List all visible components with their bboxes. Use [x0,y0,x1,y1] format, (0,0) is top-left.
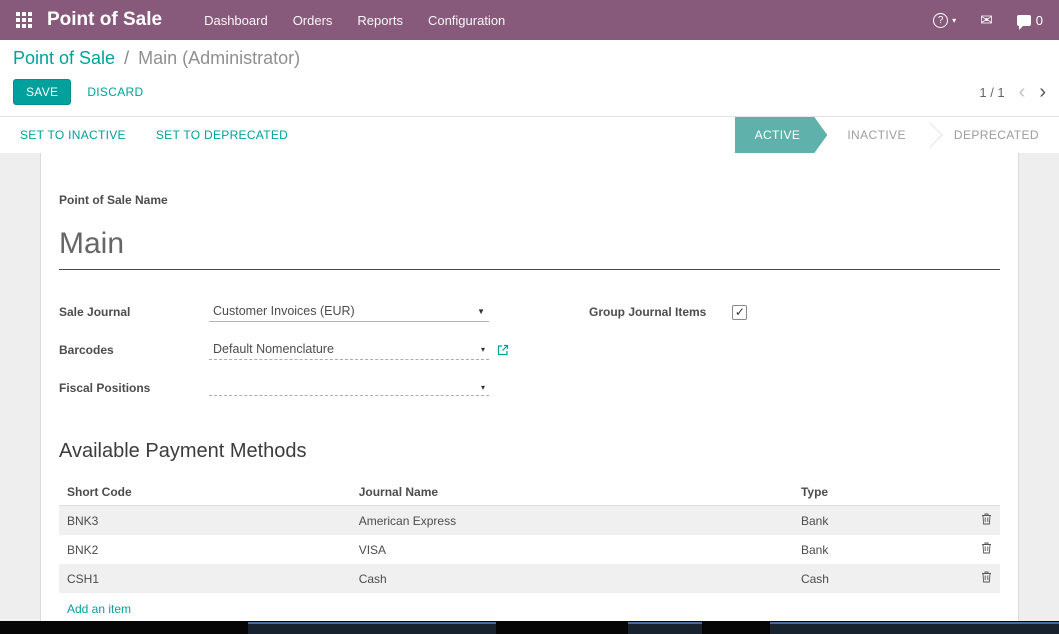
messages-icon[interactable]: ✉ [980,11,993,29]
fiscal-positions-label: Fiscal Positions [59,381,209,395]
cell-short-code[interactable]: CSH1 [59,564,351,593]
sale-journal-value: Customer Invoices (EUR) [213,304,355,318]
table-row[interactable]: BNK2 VISA Bank [59,535,1000,564]
col-delete [966,479,1000,506]
form-right-column: Group Journal Items ✓ [589,300,747,414]
discard-button[interactable]: DISCARD [87,85,143,99]
select-caret-icon: ▼ [477,307,485,316]
form-sheet: Point of Sale Name Main Sale Journal Cus… [40,153,1019,634]
taskbar-segment [248,622,496,634]
statusbar: SET TO INACTIVE SET TO DEPRECATED ACTIVE… [0,116,1059,153]
menu-orders[interactable]: Orders [293,13,333,28]
payment-methods-table: Short Code Journal Name Type BNK3 Americ… [59,479,1000,593]
breadcrumb-parent[interactable]: Point of Sale [13,48,115,68]
statusbar-buttons: SET TO INACTIVE SET TO DEPRECATED [20,117,288,153]
cell-type[interactable]: Bank [793,506,966,536]
group-journal-label: Group Journal Items [589,305,706,319]
app-title[interactable]: Point of Sale [47,9,162,31]
help-icon: ? [933,13,948,28]
cell-short-code[interactable]: BNK3 [59,506,351,536]
sale-journal-row: Sale Journal Customer Invoices (EUR) ▼ [59,300,509,324]
stage-deprecated[interactable]: DEPRECATED [934,117,1059,153]
fiscal-positions-input[interactable]: ▾ [209,381,489,396]
menu-dashboard[interactable]: Dashboard [204,13,268,28]
pager-value: 1 / 1 [979,85,1004,100]
cell-type[interactable]: Cash [793,564,966,593]
status-stages: ACTIVE INACTIVE DEPRECATED [735,117,1059,153]
form-grid: Sale Journal Customer Invoices (EUR) ▼ B… [59,300,1000,414]
taskbar-segment [628,622,702,634]
delete-row-icon[interactable] [981,571,992,583]
external-link-icon[interactable] [497,344,509,356]
barcodes-value: Default Nomenclature [213,342,334,356]
actions-row: SAVE DISCARD 1 / 1 ‹ › [13,78,1046,106]
dropdown-caret-icon: ▾ [481,383,485,392]
barcodes-row: Barcodes Default Nomenclature ▾ [59,338,509,362]
cell-type[interactable]: Bank [793,535,966,564]
menu-configuration[interactable]: Configuration [428,13,505,28]
table-header-row: Short Code Journal Name Type [59,479,1000,506]
set-to-inactive-button[interactable]: SET TO INACTIVE [20,128,126,142]
add-item-link[interactable]: Add an item [59,602,131,616]
breadcrumb-current: Main (Administrator) [138,48,300,68]
cell-journal[interactable]: VISA [351,535,793,564]
payment-methods-title: Available Payment Methods [59,440,1000,463]
delete-row-icon[interactable] [981,513,992,525]
bottom-window-strip [0,621,1059,634]
menu-reports[interactable]: Reports [357,13,403,28]
table-row[interactable]: BNK3 American Express Bank [59,506,1000,536]
col-type: Type [793,479,966,506]
chat-bubble-icon [1017,15,1031,26]
apps-grid-icon[interactable] [16,12,32,28]
pager: 1 / 1 ‹ › [979,82,1046,102]
cell-journal[interactable]: American Express [351,506,793,536]
chat-count: 0 [1036,13,1043,28]
barcodes-input[interactable]: Default Nomenclature ▾ [209,340,489,360]
col-journal-name: Journal Name [351,479,793,506]
barcodes-label: Barcodes [59,343,209,357]
pos-name-input[interactable]: Main [59,227,1000,270]
main-menu: Dashboard Orders Reports Configuration [204,13,530,28]
chat-menu[interactable]: 0 [1017,13,1043,28]
stage-active[interactable]: ACTIVE [735,117,828,153]
topbar-right: ? ▾ ✉ 0 [933,11,1043,29]
cell-journal[interactable]: Cash [351,564,793,593]
pager-next-icon[interactable]: › [1039,82,1046,102]
top-navbar: Point of Sale Dashboard Orders Reports C… [0,0,1059,40]
help-menu[interactable]: ? ▾ [933,13,956,28]
sale-journal-select[interactable]: Customer Invoices (EUR) ▼ [209,302,489,322]
form-left-column: Sale Journal Customer Invoices (EUR) ▼ B… [59,300,509,414]
sale-journal-label: Sale Journal [59,305,209,319]
delete-row-icon[interactable] [981,542,992,554]
table-row[interactable]: CSH1 Cash Cash [59,564,1000,593]
cell-short-code[interactable]: BNK2 [59,535,351,564]
save-button[interactable]: SAVE [13,79,71,105]
dropdown-caret-icon: ▾ [481,345,485,354]
fiscal-positions-row: Fiscal Positions ▾ [59,376,509,400]
group-journal-checkbox[interactable]: ✓ [732,305,747,320]
control-panel: Point of Sale / Main (Administrator) SAV… [0,40,1059,116]
stage-inactive[interactable]: INACTIVE [827,117,926,153]
caret-down-icon: ▾ [952,16,956,25]
content-area: Point of Sale Name Main Sale Journal Cus… [0,153,1059,631]
taskbar-segment [770,622,1059,634]
set-to-deprecated-button[interactable]: SET TO DEPRECATED [156,128,288,142]
breadcrumb-separator: / [124,48,129,68]
odoo-pos-config-screen: Point of Sale Dashboard Orders Reports C… [0,0,1059,634]
pos-name-label: Point of Sale Name [59,193,1000,207]
pager-previous-icon[interactable]: ‹ [1019,82,1026,102]
col-short-code: Short Code [59,479,351,506]
group-journal-row: Group Journal Items ✓ [589,300,747,324]
breadcrumb: Point of Sale / Main (Administrator) [13,48,1046,69]
